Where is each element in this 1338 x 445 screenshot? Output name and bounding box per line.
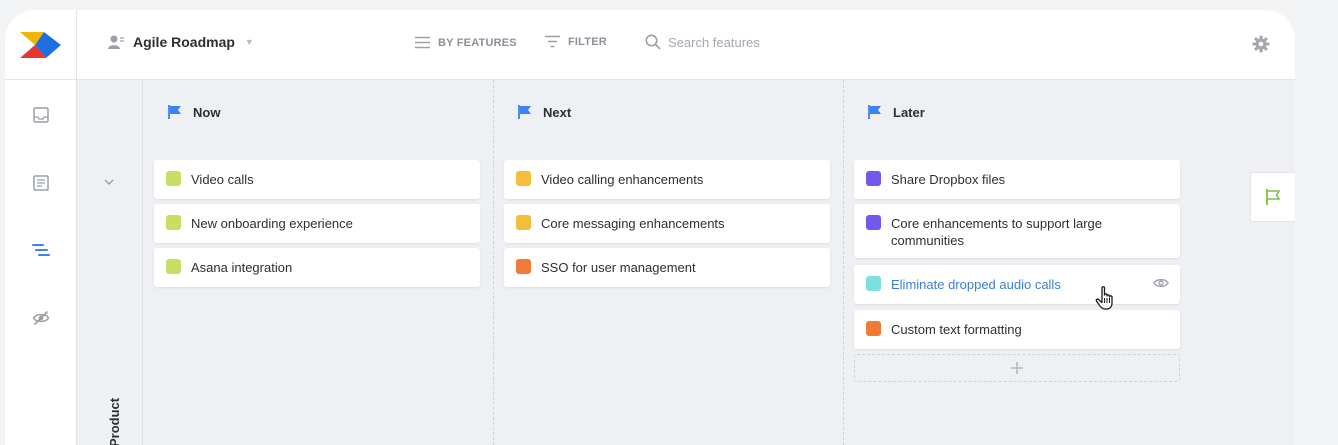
chevron-down-icon: ▼ (244, 37, 254, 47)
feature-color-swatch (166, 171, 181, 186)
feature-color-swatch (516, 171, 531, 186)
column-title: Later (893, 104, 925, 120)
filter-button[interactable]: FILTER (545, 35, 607, 48)
feature-color-swatch (866, 215, 881, 230)
feature-card[interactable]: SSO for user management (504, 248, 830, 287)
hidden-icon (32, 310, 50, 326)
column-next: Next Video calling enhancements Core mes… (493, 80, 844, 445)
hand-cursor-icon (1095, 285, 1117, 316)
feature-card[interactable]: Core messaging enhancements (504, 204, 830, 243)
feature-title: SSO for user management (541, 260, 696, 275)
feature-title: Core enhancements to support large commu… (891, 216, 1103, 248)
flag-icon (518, 105, 531, 119)
milestone-flag-icon (1266, 189, 1281, 205)
feature-color-swatch (866, 276, 881, 291)
search-input[interactable] (668, 34, 848, 50)
search-box (645, 34, 848, 50)
add-feature-button[interactable] (854, 354, 1180, 382)
settings-button[interactable] (1252, 35, 1270, 58)
app-logo[interactable] (5, 10, 77, 80)
milestones-panel-toggle[interactable] (1250, 172, 1295, 222)
group-column: Product (77, 80, 143, 445)
sidebar-item-hidden[interactable] (31, 308, 51, 328)
chevron-down-icon (104, 179, 114, 185)
feature-card[interactable]: Video calls (154, 160, 480, 199)
left-sidebar (5, 80, 77, 445)
feature-title: Video calling enhancements (541, 172, 704, 187)
group-collapse-toggle[interactable] (104, 173, 114, 191)
search-icon (645, 34, 661, 50)
feature-title: New onboarding experience (191, 216, 353, 231)
feature-card[interactable]: New onboarding experience (154, 204, 480, 243)
eye-icon (1153, 278, 1169, 288)
top-bar: Agile Roadmap ▼ BY FEATURES FILTER (5, 10, 1295, 80)
column-title: Now (193, 104, 221, 120)
column-header: Later (867, 104, 925, 120)
feature-card[interactable]: Video calling enhancements (504, 160, 830, 199)
feature-color-swatch (516, 215, 531, 230)
roadmap-icon (32, 244, 50, 256)
feature-title: Asana integration (191, 260, 293, 275)
feature-card[interactable]: Custom text formatting (854, 310, 1180, 349)
feature-card-hovered[interactable]: Eliminate dropped audio calls (854, 265, 1180, 304)
feature-title: Eliminate dropped audio calls (891, 277, 1061, 292)
column-header: Now (167, 104, 220, 120)
sidebar-item-inbox[interactable] (31, 105, 51, 125)
flag-icon (168, 105, 181, 119)
group-by-label: BY FEATURES (438, 36, 517, 49)
app-window: Agile Roadmap ▼ BY FEATURES FILTER Searc… (5, 10, 1295, 445)
plus-icon (1011, 362, 1023, 374)
preview-button[interactable] (1153, 276, 1169, 294)
group-by-button[interactable]: BY FEATURES (415, 36, 517, 49)
feature-color-swatch (866, 171, 881, 186)
column-now: Now Video calls New onboarding experienc… (143, 80, 494, 445)
filter-label: FILTER (568, 35, 607, 48)
column-later: Later Share Dropbox files Core enhanceme… (843, 80, 1194, 445)
feature-card[interactable]: Core enhancements to support large commu… (854, 204, 1180, 258)
column-header: Next (517, 104, 571, 120)
logo-icon (19, 32, 61, 58)
filter-icon (545, 35, 560, 48)
inbox-icon (33, 107, 49, 123)
feature-card[interactable]: Asana integration (154, 248, 480, 287)
feature-title: Video calls (191, 172, 254, 187)
roadmap-name: Agile Roadmap (133, 34, 235, 50)
sidebar-item-notes[interactable] (31, 173, 51, 193)
feature-title: Core messaging enhancements (541, 216, 725, 231)
roadmap-selector[interactable]: Agile Roadmap ▼ (107, 34, 254, 50)
feature-card[interactable]: Share Dropbox files (854, 160, 1180, 199)
column-title: Next (543, 104, 572, 120)
gear-icon (1252, 35, 1270, 53)
flag-icon (868, 105, 881, 119)
feature-title: Share Dropbox files (891, 172, 1006, 187)
document-icon (33, 175, 49, 191)
roadmap-owner-icon (108, 35, 124, 49)
group-label: Product (107, 397, 122, 445)
feature-color-swatch (166, 215, 181, 230)
feature-title: Custom text formatting (891, 322, 1022, 337)
feature-color-swatch (516, 259, 531, 274)
list-icon (415, 36, 430, 49)
feature-color-swatch (166, 259, 181, 274)
feature-color-swatch (866, 321, 881, 336)
sidebar-item-roadmap[interactable] (31, 240, 51, 260)
